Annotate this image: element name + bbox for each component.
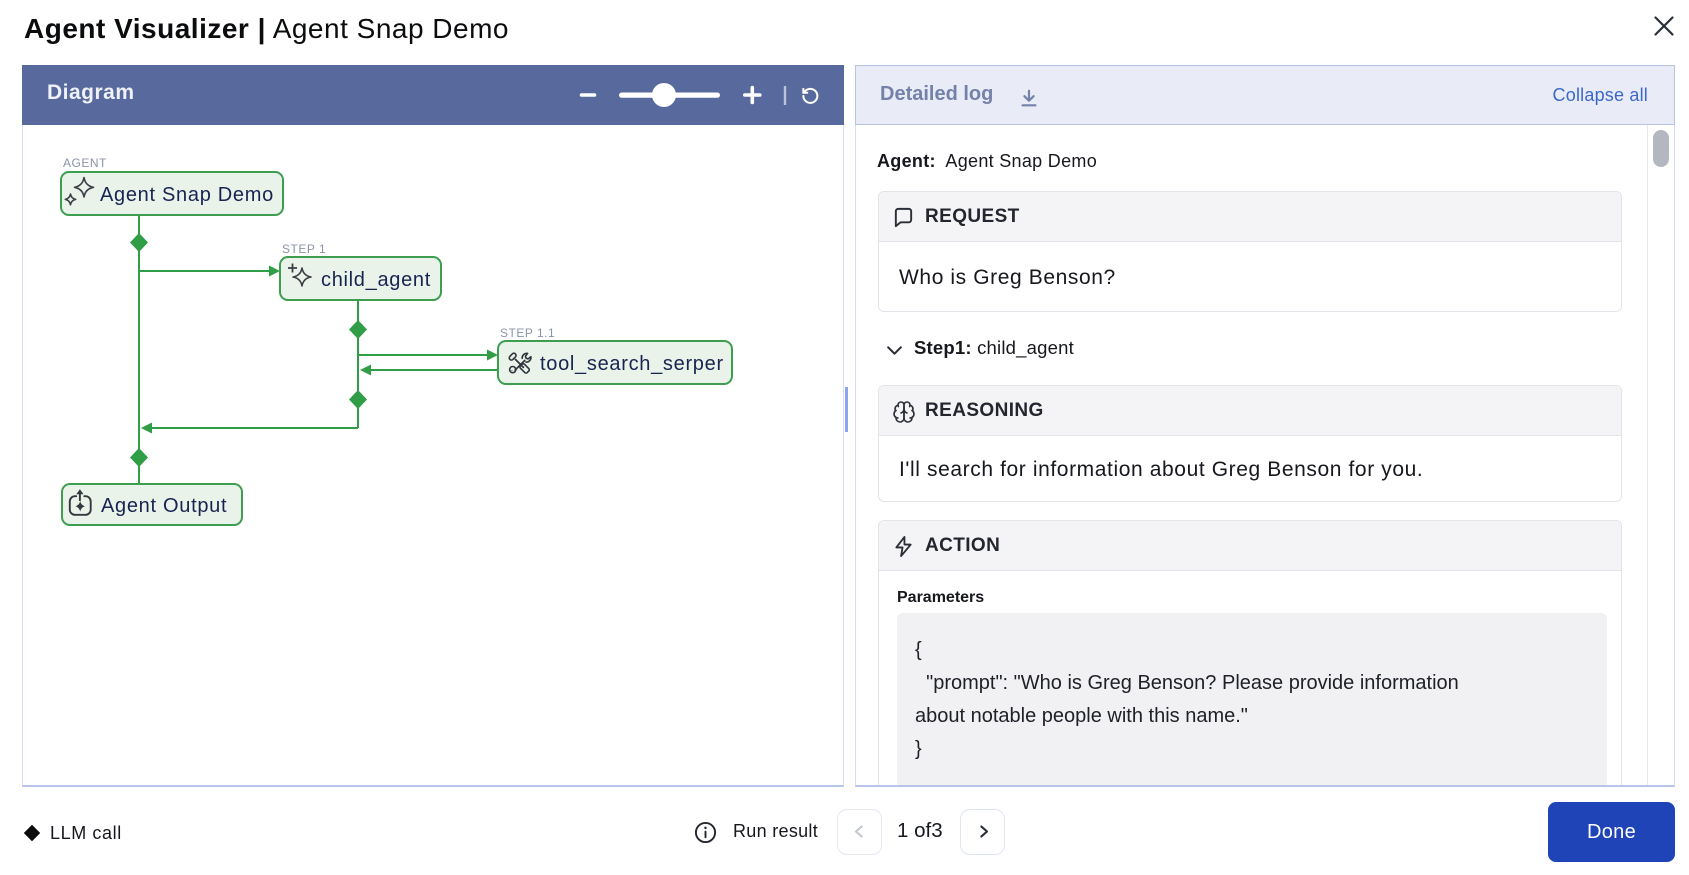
svg-text:STEP 1: STEP 1 bbox=[282, 242, 326, 256]
svg-text:Agent Snap Demo: Agent Snap Demo bbox=[100, 184, 274, 206]
svg-text:Agent Output: Agent Output bbox=[101, 495, 227, 517]
svg-text:child_agent: child_agent bbox=[321, 269, 431, 291]
svg-text:AGENT: AGENT bbox=[63, 156, 107, 170]
svg-text:tool_search_serper: tool_search_serper bbox=[540, 353, 724, 375]
svg-text:STEP 1.1: STEP 1.1 bbox=[500, 326, 555, 340]
